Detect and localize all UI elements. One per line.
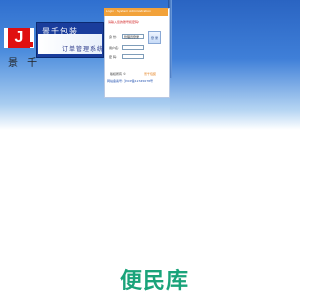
identity-label: 身 份:: [109, 35, 117, 39]
top-gradient-band-right: [170, 0, 300, 130]
icp-record-text: 网站备案号: 沪ICP备12345678号: [107, 79, 154, 83]
login-page: J 景 千 景千包装 订单管理系统 Login · System Adminis…: [0, 0, 300, 300]
company-link[interactable]: 景千包装: [144, 72, 156, 76]
login-notice: 请输入您的账号和密码!: [108, 20, 140, 24]
logo-dot-icon: [28, 42, 33, 47]
password-input[interactable]: [122, 54, 144, 59]
password-label: 密 码:: [109, 55, 117, 59]
login-button[interactable]: 登 录: [148, 31, 161, 44]
login-header-text: Login · System Administration: [106, 9, 152, 13]
username-input[interactable]: [122, 45, 144, 50]
watermark: 便民库: [120, 269, 190, 294]
system-title: 订单管理系统: [62, 46, 105, 53]
copyright-text: 版权所有 ©: [110, 72, 126, 76]
identity-select[interactable]: 管理员登录: [122, 34, 144, 39]
username-label: 用户名:: [109, 46, 120, 50]
brand-logo-icon: J: [8, 28, 30, 48]
